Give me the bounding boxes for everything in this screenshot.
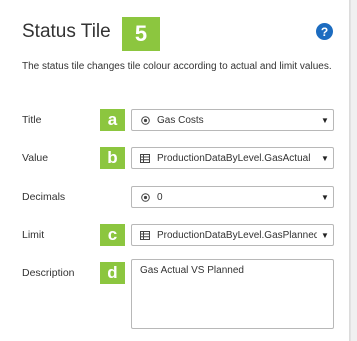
- callout-marker-c: c: [100, 224, 125, 246]
- panel-description: The status tile changes tile colour acco…: [22, 61, 332, 72]
- radio-icon: [132, 115, 154, 125]
- description-label: Description: [22, 267, 75, 279]
- value-select[interactable]: ProductionDataByLevel.GasActual ▼: [131, 147, 334, 169]
- value-label: Value: [22, 152, 49, 164]
- chevron-down-icon: ▼: [321, 192, 329, 202]
- page-title: Status Tile: [22, 21, 111, 42]
- decimals-select-value: 0: [157, 191, 163, 203]
- decimals-select[interactable]: 0 ▼: [131, 186, 334, 208]
- value-select-value: ProductionDataByLevel.GasActual: [157, 152, 311, 164]
- title-select[interactable]: Gas Costs ▼: [131, 109, 334, 131]
- limit-select-value: ProductionDataByLevel.GasPlanned: [157, 229, 317, 241]
- callout-marker-a: a: [100, 109, 125, 131]
- description-textarea[interactable]: Gas Actual VS Planned: [131, 259, 334, 329]
- radio-icon: [132, 192, 154, 202]
- chevron-down-icon: ▼: [321, 230, 329, 240]
- table-icon: [132, 230, 154, 240]
- chevron-down-icon: ▼: [321, 153, 329, 163]
- callout-marker-d: d: [100, 262, 125, 284]
- scrollbar[interactable]: [350, 0, 357, 341]
- title-select-value: Gas Costs: [157, 114, 204, 126]
- limit-select[interactable]: ProductionDataByLevel.GasPlanned ▼: [131, 224, 334, 246]
- callout-marker-b: b: [100, 147, 125, 169]
- settings-panel: Status Tile 5 ? The status tile changes …: [0, 0, 350, 341]
- limit-label: Limit: [22, 229, 45, 241]
- decimals-label: Decimals: [22, 191, 66, 203]
- title-label: Title: [22, 114, 42, 126]
- chevron-down-icon: ▼: [321, 115, 329, 125]
- question-circle-icon[interactable]: ?: [316, 23, 333, 40]
- step-badge: 5: [122, 17, 160, 51]
- table-icon: [132, 153, 154, 163]
